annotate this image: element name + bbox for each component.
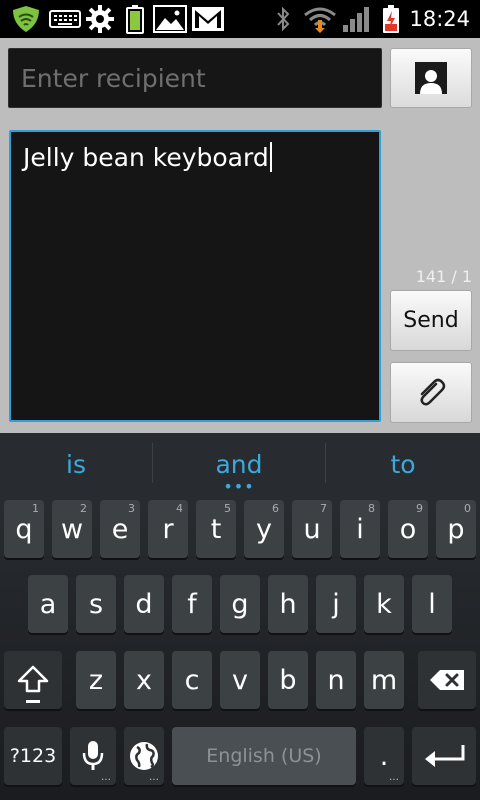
key-label: w <box>60 513 84 545</box>
gallery-icon <box>152 4 188 34</box>
key-m[interactable]: m <box>364 651 404 709</box>
key-u[interactable]: u7 <box>292 500 332 558</box>
key-e[interactable]: e3 <box>100 500 140 558</box>
shield-icon <box>8 4 44 34</box>
recipient-input[interactable] <box>9 49 381 107</box>
suggestion-2[interactable]: and ••• <box>153 433 325 495</box>
key-z[interactable]: z <box>76 651 116 709</box>
shift-key[interactable] <box>4 651 62 709</box>
recipient-field-container <box>8 48 382 108</box>
key-hint: 1 <box>32 502 39 515</box>
key-s[interactable]: s <box>76 575 116 633</box>
backspace-key[interactable] <box>418 651 476 709</box>
key-hint: 5 <box>224 502 231 515</box>
key-label: y <box>256 513 272 545</box>
suggestion-strip: is and ••• to <box>0 433 480 495</box>
key-hint: 2 <box>80 502 87 515</box>
backspace-icon <box>430 670 464 690</box>
key-label: r <box>162 513 174 545</box>
key-g[interactable]: g <box>220 575 260 633</box>
text-cursor <box>269 142 272 172</box>
key-hint: 9 <box>416 502 423 515</box>
message-compose-screen: Jelly bean keyboard 141 / 1 Send <box>0 38 480 433</box>
key-hint: 3 <box>128 502 135 515</box>
key-a[interactable]: a <box>28 575 68 633</box>
character-counter: 141 / 1 <box>415 267 472 286</box>
key-x[interactable]: x <box>124 651 164 709</box>
key-label: q <box>15 513 33 545</box>
key-t[interactable]: t5 <box>196 500 236 558</box>
message-body-input[interactable]: Jelly bean keyboard <box>9 130 381 422</box>
key-o[interactable]: o9 <box>388 500 428 558</box>
key-label: o <box>399 513 417 545</box>
key-r[interactable]: r4 <box>148 500 188 558</box>
attach-button[interactable] <box>390 362 472 423</box>
space-bar[interactable]: English (US) <box>172 727 356 785</box>
voice-input-key[interactable]: … <box>70 727 116 785</box>
key-d[interactable]: d <box>124 575 164 633</box>
key-b[interactable]: b <box>268 651 308 709</box>
key-hint: 8 <box>368 502 375 515</box>
key-j[interactable]: j <box>316 575 356 633</box>
microphone-icon <box>82 741 104 770</box>
settings-gear-icon <box>84 4 116 34</box>
key-w[interactable]: w2 <box>52 500 92 558</box>
key-hint: 4 <box>176 502 183 515</box>
more-options-dots: … <box>389 772 399 783</box>
shift-arrow-icon <box>17 665 49 693</box>
key-q[interactable]: q1 <box>4 500 44 558</box>
globe-icon <box>130 742 158 770</box>
period-label: . <box>379 740 389 772</box>
keyboard-icon <box>48 4 82 34</box>
shift-indicator <box>26 700 40 703</box>
key-label: p <box>447 513 465 545</box>
symbols-key[interactable]: ?123 <box>4 727 62 785</box>
key-label: t <box>210 513 222 545</box>
send-button[interactable]: Send <box>390 290 472 351</box>
key-i[interactable]: i8 <box>340 500 380 558</box>
key-label: u <box>303 513 321 545</box>
more-options-dots: … <box>101 772 111 783</box>
key-y[interactable]: y6 <box>244 500 284 558</box>
suggestion-2-label: and <box>215 449 263 479</box>
gmail-icon <box>190 4 226 34</box>
battery-icon <box>122 4 148 34</box>
bluetooth-icon <box>272 4 294 34</box>
more-suggestions-dots: ••• <box>223 477 255 496</box>
key-f[interactable]: f <box>172 575 212 633</box>
message-text: Jelly bean keyboard <box>23 143 269 172</box>
key-v[interactable]: v <box>220 651 260 709</box>
key-hint: 0 <box>464 502 471 515</box>
key-hint: 7 <box>320 502 327 515</box>
key-label: i <box>356 513 364 545</box>
contact-person-icon <box>415 62 447 94</box>
enter-arrow-icon <box>425 745 465 767</box>
soft-keyboard: is and ••• to q1 w2 e3 r4 t5 y6 u7 i8 o9… <box>0 433 480 800</box>
status-bar: 18:24 <box>0 0 480 38</box>
signal-icon <box>340 4 372 34</box>
key-label: e <box>111 513 129 545</box>
more-options-dots: … <box>149 772 159 783</box>
key-h[interactable]: h <box>268 575 308 633</box>
battery-charging-icon <box>378 4 404 34</box>
key-n[interactable]: n <box>316 651 356 709</box>
paperclip-icon <box>420 378 446 406</box>
language-key[interactable]: … <box>124 727 164 785</box>
key-hint: 6 <box>272 502 279 515</box>
contact-picker-button[interactable] <box>390 48 472 108</box>
key-p[interactable]: p0 <box>436 500 476 558</box>
key-l[interactable]: l <box>412 575 452 633</box>
enter-key[interactable] <box>412 727 476 785</box>
suggestion-3[interactable]: to <box>326 433 480 495</box>
period-key[interactable]: . … <box>364 727 404 785</box>
key-k[interactable]: k <box>364 575 404 633</box>
wifi-icon <box>302 4 338 34</box>
key-c[interactable]: c <box>172 651 212 709</box>
clock: 18:24 <box>409 7 470 31</box>
suggestion-1[interactable]: is <box>0 433 152 495</box>
